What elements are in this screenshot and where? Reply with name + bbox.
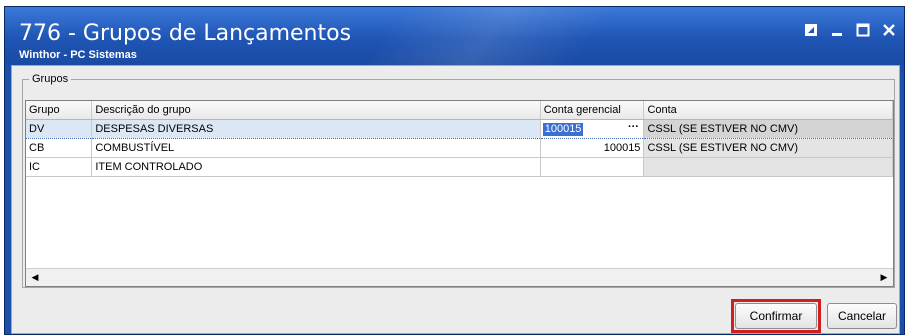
column-header-descricao[interactable]: Descrição do grupo xyxy=(91,101,541,120)
confirm-button[interactable]: Confirmar xyxy=(735,303,817,329)
cell-grupo[interactable]: IC xyxy=(26,157,93,177)
table-row[interactable]: IC ITEM CONTROLADO xyxy=(26,157,893,177)
horizontal-scrollbar[interactable]: ◀ ▶ xyxy=(26,268,893,286)
window-controls xyxy=(804,23,898,39)
window-subtitle: Winthor - PC Sistemas xyxy=(19,49,137,61)
groups-groupbox: Grupos Grupo Descrição do grupo Conta ge… xyxy=(22,73,895,288)
title-bar-gloss xyxy=(368,7,662,65)
maximize-icon[interactable] xyxy=(856,23,872,39)
cell-grupo[interactable]: CB xyxy=(26,138,93,158)
cell-grupo[interactable]: DV xyxy=(26,118,93,139)
column-header-conta-gerencial[interactable]: Conta gerencial xyxy=(540,101,645,120)
title-bar[interactable]: 776 - Grupos de Lançamentos Winthor - PC… xyxy=(5,7,904,65)
minimize-icon[interactable] xyxy=(830,23,846,39)
cell-conta[interactable]: CSSL (SE ESTIVER NO CMV) xyxy=(643,138,893,158)
scroll-left-icon[interactable]: ◀ xyxy=(27,270,43,286)
table-header-row: Grupo Descrição do grupo Conta gerencial… xyxy=(26,101,893,120)
conta-gerencial-input[interactable]: 100015 xyxy=(542,122,584,136)
cancel-button[interactable]: Cancelar xyxy=(827,303,897,329)
cell-conta[interactable] xyxy=(643,157,893,177)
close-icon[interactable] xyxy=(882,23,898,39)
groups-grid: Grupo Descrição do grupo Conta gerencial… xyxy=(25,100,894,287)
cell-descricao[interactable]: COMBUSTÍVEL xyxy=(91,138,541,158)
scroll-right-icon[interactable]: ▶ xyxy=(876,270,892,286)
column-header-grupo[interactable]: Grupo xyxy=(26,101,93,120)
groups-label: Grupos xyxy=(29,73,72,85)
cell-conta-gerencial[interactable]: 100015 xyxy=(540,138,645,158)
table-row[interactable]: CB COMBUSTÍVEL 100015 CSSL (SE ESTIVER N… xyxy=(26,138,893,158)
window-title: 776 - Grupos de Lançamentos xyxy=(19,21,352,46)
scrollbar-track[interactable] xyxy=(44,271,875,285)
column-header-conta[interactable]: Conta xyxy=(643,101,893,120)
application-window: 776 - Grupos de Lançamentos Winthor - PC… xyxy=(4,6,905,335)
restore-icon[interactable] xyxy=(804,23,820,39)
cell-descricao[interactable]: ITEM CONTROLADO xyxy=(91,157,541,177)
table-row[interactable]: DV DESPESAS DIVERSAS 100015 ··· CSSL (SE… xyxy=(26,118,893,139)
cell-conta-gerencial-editor[interactable]: 100015 ··· xyxy=(540,118,645,139)
ellipsis-icon[interactable]: ··· xyxy=(625,121,641,136)
groups-table: Grupo Descrição do grupo Conta gerencial… xyxy=(26,101,893,177)
cell-descricao[interactable]: DESPESAS DIVERSAS xyxy=(91,118,541,139)
cell-conta[interactable]: CSSL (SE ESTIVER NO CMV) xyxy=(643,118,893,139)
cell-conta-gerencial[interactable] xyxy=(540,157,645,177)
window-body: Grupos Grupo Descrição do grupo Conta ge… xyxy=(11,65,900,334)
